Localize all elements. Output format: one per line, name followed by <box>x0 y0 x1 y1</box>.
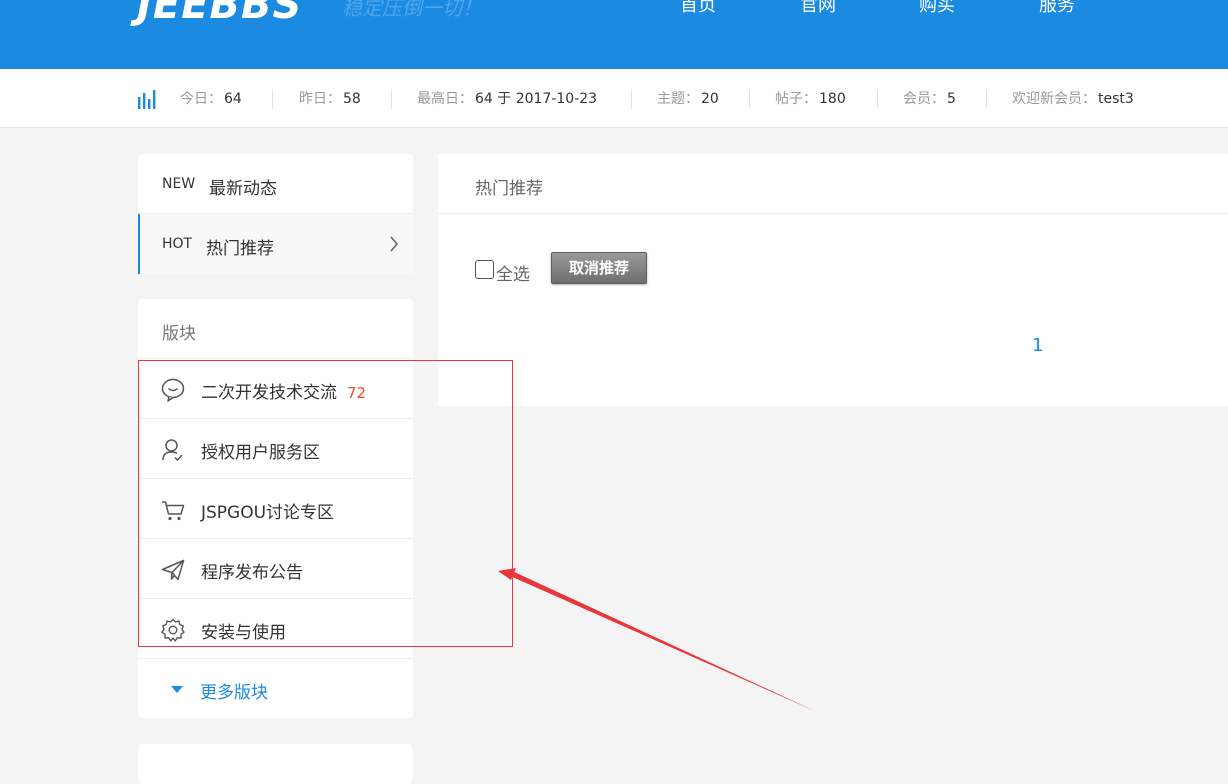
stat-posts: 帖子： 180 <box>775 89 846 109</box>
panel-title: 热门推荐 <box>475 179 543 199</box>
side-item-label: 最新动态 <box>209 179 277 199</box>
stat-yesterday-value: 58 <box>343 91 361 107</box>
bar-chart-icon <box>138 90 156 109</box>
forum-item-licensed[interactable]: 授权用户服务区 <box>138 419 413 479</box>
hot-tag: HOT <box>162 236 193 252</box>
bottom-card <box>138 744 413 784</box>
stat-posts-label: 帖子： <box>775 91 817 107</box>
forum-name: 授权用户服务区 <box>201 443 320 463</box>
forum-name: JSPGOU讨论专区 <box>201 503 335 523</box>
nav-official-site[interactable]: 官网 <box>800 0 836 17</box>
forum-post-count: 72 <box>347 384 367 402</box>
site-logo[interactable]: JEEBBS <box>137 0 302 28</box>
stat-divider <box>877 89 878 109</box>
stat-divider <box>391 89 392 109</box>
nav-service[interactable]: 服务 <box>1039 0 1075 17</box>
forum-item-announcements[interactable]: 程序发布公告 <box>138 539 413 599</box>
forum-name: 二次开发技术交流 72 <box>201 378 366 403</box>
stat-peak-value: 64 于 2017-10-23 <box>475 91 598 107</box>
stat-topics: 主题： 20 <box>657 89 719 109</box>
forum-name: 程序发布公告 <box>201 563 303 583</box>
user-check-icon <box>162 439 183 462</box>
top-header: JEEBBS 稳定压倒一切！ 首页 官网 购买 服务 <box>0 0 1228 69</box>
side-item-hot[interactable]: HOT 热门推荐 <box>138 214 413 274</box>
stat-peak: 最高日： 64 于 2017-10-23 <box>417 89 597 109</box>
forum-name-text: 二次开发技术交流 <box>201 383 337 403</box>
stat-divider <box>631 89 632 109</box>
stat-new-member-value[interactable]: test3 <box>1098 91 1134 107</box>
stat-members-label: 会员： <box>903 91 945 107</box>
forums-section-label: 版块 <box>162 324 196 344</box>
more-forums-label: 更多版块 <box>200 683 268 703</box>
stat-divider <box>272 89 273 109</box>
forum-item-jspgou[interactable]: JSPGOU讨论专区 <box>138 479 413 539</box>
stats-bar: 今日： 64 昨日： 58 最高日： 64 于 2017-10-23 主题： 20 帖子… <box>0 69 1228 128</box>
nav-purchase[interactable]: 购买 <box>919 0 955 17</box>
stat-yesterday: 昨日： 58 <box>299 89 361 109</box>
site-slogan: 稳定压倒一切！ <box>342 0 482 20</box>
chat-bubble-icon <box>161 378 185 402</box>
divider <box>438 213 1228 214</box>
forums-card: 版块 二次开发技术交流 72 授权用户服务区 JSPGOU讨论专区 程序发布公告… <box>138 299 413 718</box>
stat-members: 会员： 5 <box>903 89 956 109</box>
forum-name: 安装与使用 <box>201 623 286 643</box>
nav-home[interactable]: 首页 <box>680 0 716 17</box>
hot-recommend-panel: 热门推荐 全选 取消推荐 1 <box>438 154 1228 406</box>
forum-item-install[interactable]: 安装与使用 <box>138 599 413 659</box>
stat-new-member: 欢迎新会员： test3 <box>1012 89 1134 109</box>
cancel-recommend-button[interactable]: 取消推荐 <box>551 252 647 284</box>
side-item-latest[interactable]: NEW 最新动态 <box>138 154 413 214</box>
stat-divider <box>749 89 750 109</box>
stat-today-label: 今日： <box>180 91 222 107</box>
page-number-link[interactable]: 1 <box>1032 335 1043 356</box>
side-nav-card: NEW 最新动态 HOT 热门推荐 <box>138 154 413 274</box>
stat-today-value: 64 <box>224 91 242 107</box>
new-tag: NEW <box>162 176 196 192</box>
caret-down-icon <box>171 686 183 693</box>
forum-item-dev[interactable]: 二次开发技术交流 72 <box>138 359 413 419</box>
stat-topics-value: 20 <box>701 91 719 107</box>
select-all-label[interactable]: 全选 <box>496 260 530 285</box>
stat-topics-label: 主题： <box>657 91 699 107</box>
side-item-label: 热门推荐 <box>206 239 274 259</box>
cart-icon <box>162 501 185 521</box>
stat-today: 今日： 64 <box>180 89 242 109</box>
stat-yesterday-label: 昨日： <box>299 91 341 107</box>
chevron-right-icon <box>390 236 399 252</box>
stat-new-member-label: 欢迎新会员： <box>1012 91 1096 107</box>
stat-posts-value: 180 <box>819 91 846 107</box>
gear-icon <box>161 618 185 642</box>
more-forums-button[interactable]: 更多版块 <box>138 659 413 719</box>
stat-divider <box>986 89 987 109</box>
paper-plane-icon <box>161 559 185 581</box>
select-all-checkbox[interactable] <box>475 260 494 279</box>
stat-members-value: 5 <box>947 91 956 107</box>
stat-peak-label: 最高日： <box>417 91 473 107</box>
